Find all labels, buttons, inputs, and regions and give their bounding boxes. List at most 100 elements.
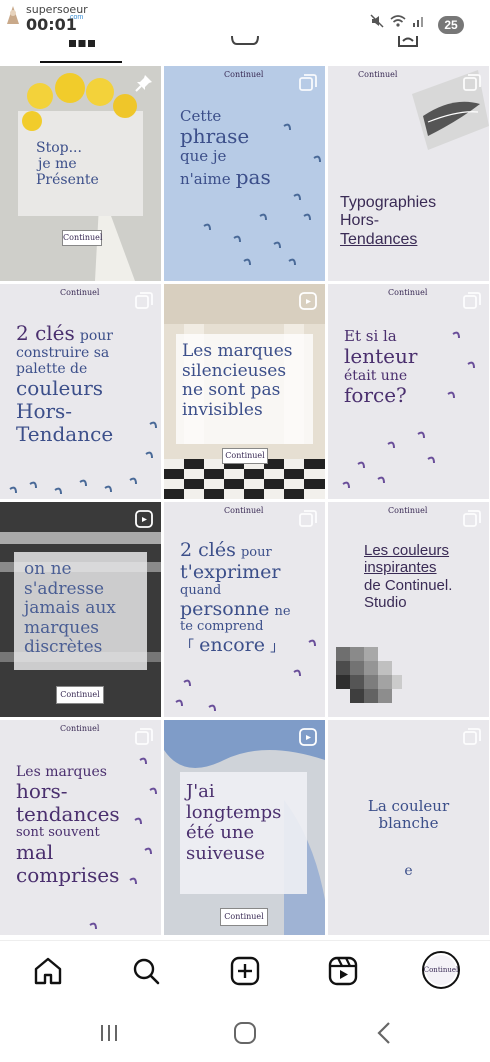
home-button-icon[interactable]: [232, 1020, 258, 1046]
post-line: inspirantes: [364, 559, 437, 577]
post-text: Stop... je me Présente: [36, 140, 99, 188]
post-line: silencieuses: [182, 360, 287, 381]
post-line: jamais aux: [24, 598, 116, 619]
carousel-icon: [463, 74, 481, 91]
post-text: Les couleurs inspirantes de Continuel. S…: [364, 542, 452, 611]
reel-icon: [135, 510, 153, 528]
profile-tabs: [0, 36, 490, 64]
battery-badge: 25: [438, 16, 464, 34]
post-line: palette de: [16, 361, 88, 378]
post-tile-5[interactable]: Les marques silencieuses ne sont pas inv…: [164, 284, 325, 499]
app-notification-icon: [7, 6, 19, 24]
reel-icon: [299, 728, 317, 746]
system-navigation-bar: [0, 1002, 490, 1062]
carousel-icon: [463, 510, 481, 527]
post-line: pour: [240, 545, 272, 560]
post-line: Tendances: [340, 230, 418, 248]
post-line: Les marques: [16, 764, 107, 780]
post-text: Les marques hors- tendances sont souvent…: [16, 764, 120, 887]
post-line: que je: [180, 147, 227, 166]
watermark-text: Continuel: [388, 506, 428, 515]
post-line: comprises: [16, 863, 120, 888]
post-line: force?: [344, 383, 407, 408]
post-line: Typographies: [340, 194, 437, 211]
post-tile-9[interactable]: Continuel Les couleurs inspirantes de Co…: [328, 502, 489, 717]
post-line: t'exprimer: [180, 560, 281, 583]
home-icon[interactable]: [32, 955, 64, 987]
post-tile-4[interactable]: Continuel 2 clés pour construire sa pale…: [0, 284, 161, 499]
post-tile-6[interactable]: Continuel Et si la lenteur était une for…: [328, 284, 489, 499]
reels-tab-icon: [230, 36, 259, 45]
post-tile-11[interactable]: J'ai longtemps été une suiveuse Continue…: [164, 720, 325, 935]
post-line: Tendance: [16, 422, 114, 447]
post-line: phrase: [180, 124, 250, 149]
post-line: Hors-: [16, 399, 73, 424]
post-line: te comprend: [180, 619, 264, 635]
post-line: ne: [274, 603, 291, 619]
posts-grid: Stop... je me Présente Continuel Continu…: [0, 66, 490, 938]
tab-tagged[interactable]: [326, 36, 489, 64]
reels-icon[interactable]: [327, 955, 359, 987]
post-line: 」: [270, 639, 285, 656]
post-tile-8[interactable]: Continuel 2 clés pour t'exprimer quand p…: [164, 502, 325, 717]
post-text: on ne s'adresse jamais aux marques discr…: [24, 559, 116, 658]
post-line: Présente: [36, 172, 99, 189]
post-tile-12[interactable]: La couleur blanche e: [328, 720, 489, 935]
post-line: pas: [235, 164, 271, 189]
post-tile-3[interactable]: Continuel Typographies Hors- Tendances: [328, 66, 489, 281]
recent-apps-icon[interactable]: [96, 1020, 122, 1046]
create-icon[interactable]: [229, 955, 261, 987]
post-line: n'aime: [180, 169, 231, 188]
post-line: de Continuel.: [364, 576, 453, 594]
watermark-logo: Continuel: [56, 686, 104, 704]
post-line: Les marques: [182, 341, 293, 361]
reel-icon: [299, 292, 317, 310]
bottom-navigation: Continuel: [0, 940, 490, 1002]
post-tile-2[interactable]: Continuel Cette phrase que je n'aime pas: [164, 66, 325, 281]
post-tile-7[interactable]: on ne s'adresse jamais aux marques discr…: [0, 502, 161, 717]
tab-reels[interactable]: [163, 36, 326, 64]
post-line: sont souvent: [16, 825, 100, 841]
post-line: e: [404, 862, 413, 879]
post-line: Et si la: [344, 327, 397, 345]
pin-icon: [135, 75, 152, 92]
post-line: on ne: [24, 559, 72, 579]
post-line: discrètes: [24, 637, 103, 658]
post-line: était une: [344, 368, 408, 385]
post-line: personne: [180, 597, 270, 620]
post-line: Hors-: [340, 212, 380, 230]
post-line: pour: [79, 328, 113, 344]
post-line: invisibles: [182, 399, 263, 420]
watermark-logo: Continuel: [222, 448, 268, 464]
post-text: Typographies Hors- Tendances: [340, 194, 436, 249]
status-bar: supersoeur com 00:01 25: [0, 0, 490, 40]
carousel-icon: [299, 510, 317, 527]
watermark-text: Continuel: [60, 724, 100, 733]
post-line: J'ai: [186, 781, 215, 802]
post-line: Studio: [364, 593, 407, 611]
carousel-icon: [463, 728, 481, 745]
back-icon[interactable]: [372, 1020, 398, 1046]
tab-posts-grid[interactable]: [0, 36, 163, 64]
post-tile-1[interactable]: Stop... je me Présente Continuel: [0, 66, 161, 281]
profile-avatar[interactable]: Continuel: [422, 951, 460, 989]
post-line: Les couleurs: [364, 542, 450, 559]
post-line: blanche: [378, 814, 439, 833]
carousel-icon: [463, 292, 481, 309]
post-line: lenteur: [344, 344, 418, 369]
post-line: longtemps: [186, 801, 282, 823]
active-tab-indicator: [40, 61, 122, 63]
watermark-text: Continuel: [224, 70, 264, 79]
post-text: La couleur blanche e: [328, 797, 489, 879]
post-line: Cette: [180, 107, 222, 125]
post-text: J'ai longtemps été une suiveuse: [186, 781, 282, 865]
wifi-icon: [390, 15, 406, 27]
post-line: mal: [16, 840, 54, 865]
post-line: hors-: [16, 779, 68, 804]
search-icon[interactable]: [130, 955, 162, 987]
tagged-icon: [397, 36, 418, 47]
post-line: s'adresse: [24, 578, 105, 599]
post-line: construire sa: [16, 345, 110, 361]
post-line: encore: [199, 634, 265, 657]
post-tile-10[interactable]: Continuel Les marques hors- tendances so…: [0, 720, 161, 935]
